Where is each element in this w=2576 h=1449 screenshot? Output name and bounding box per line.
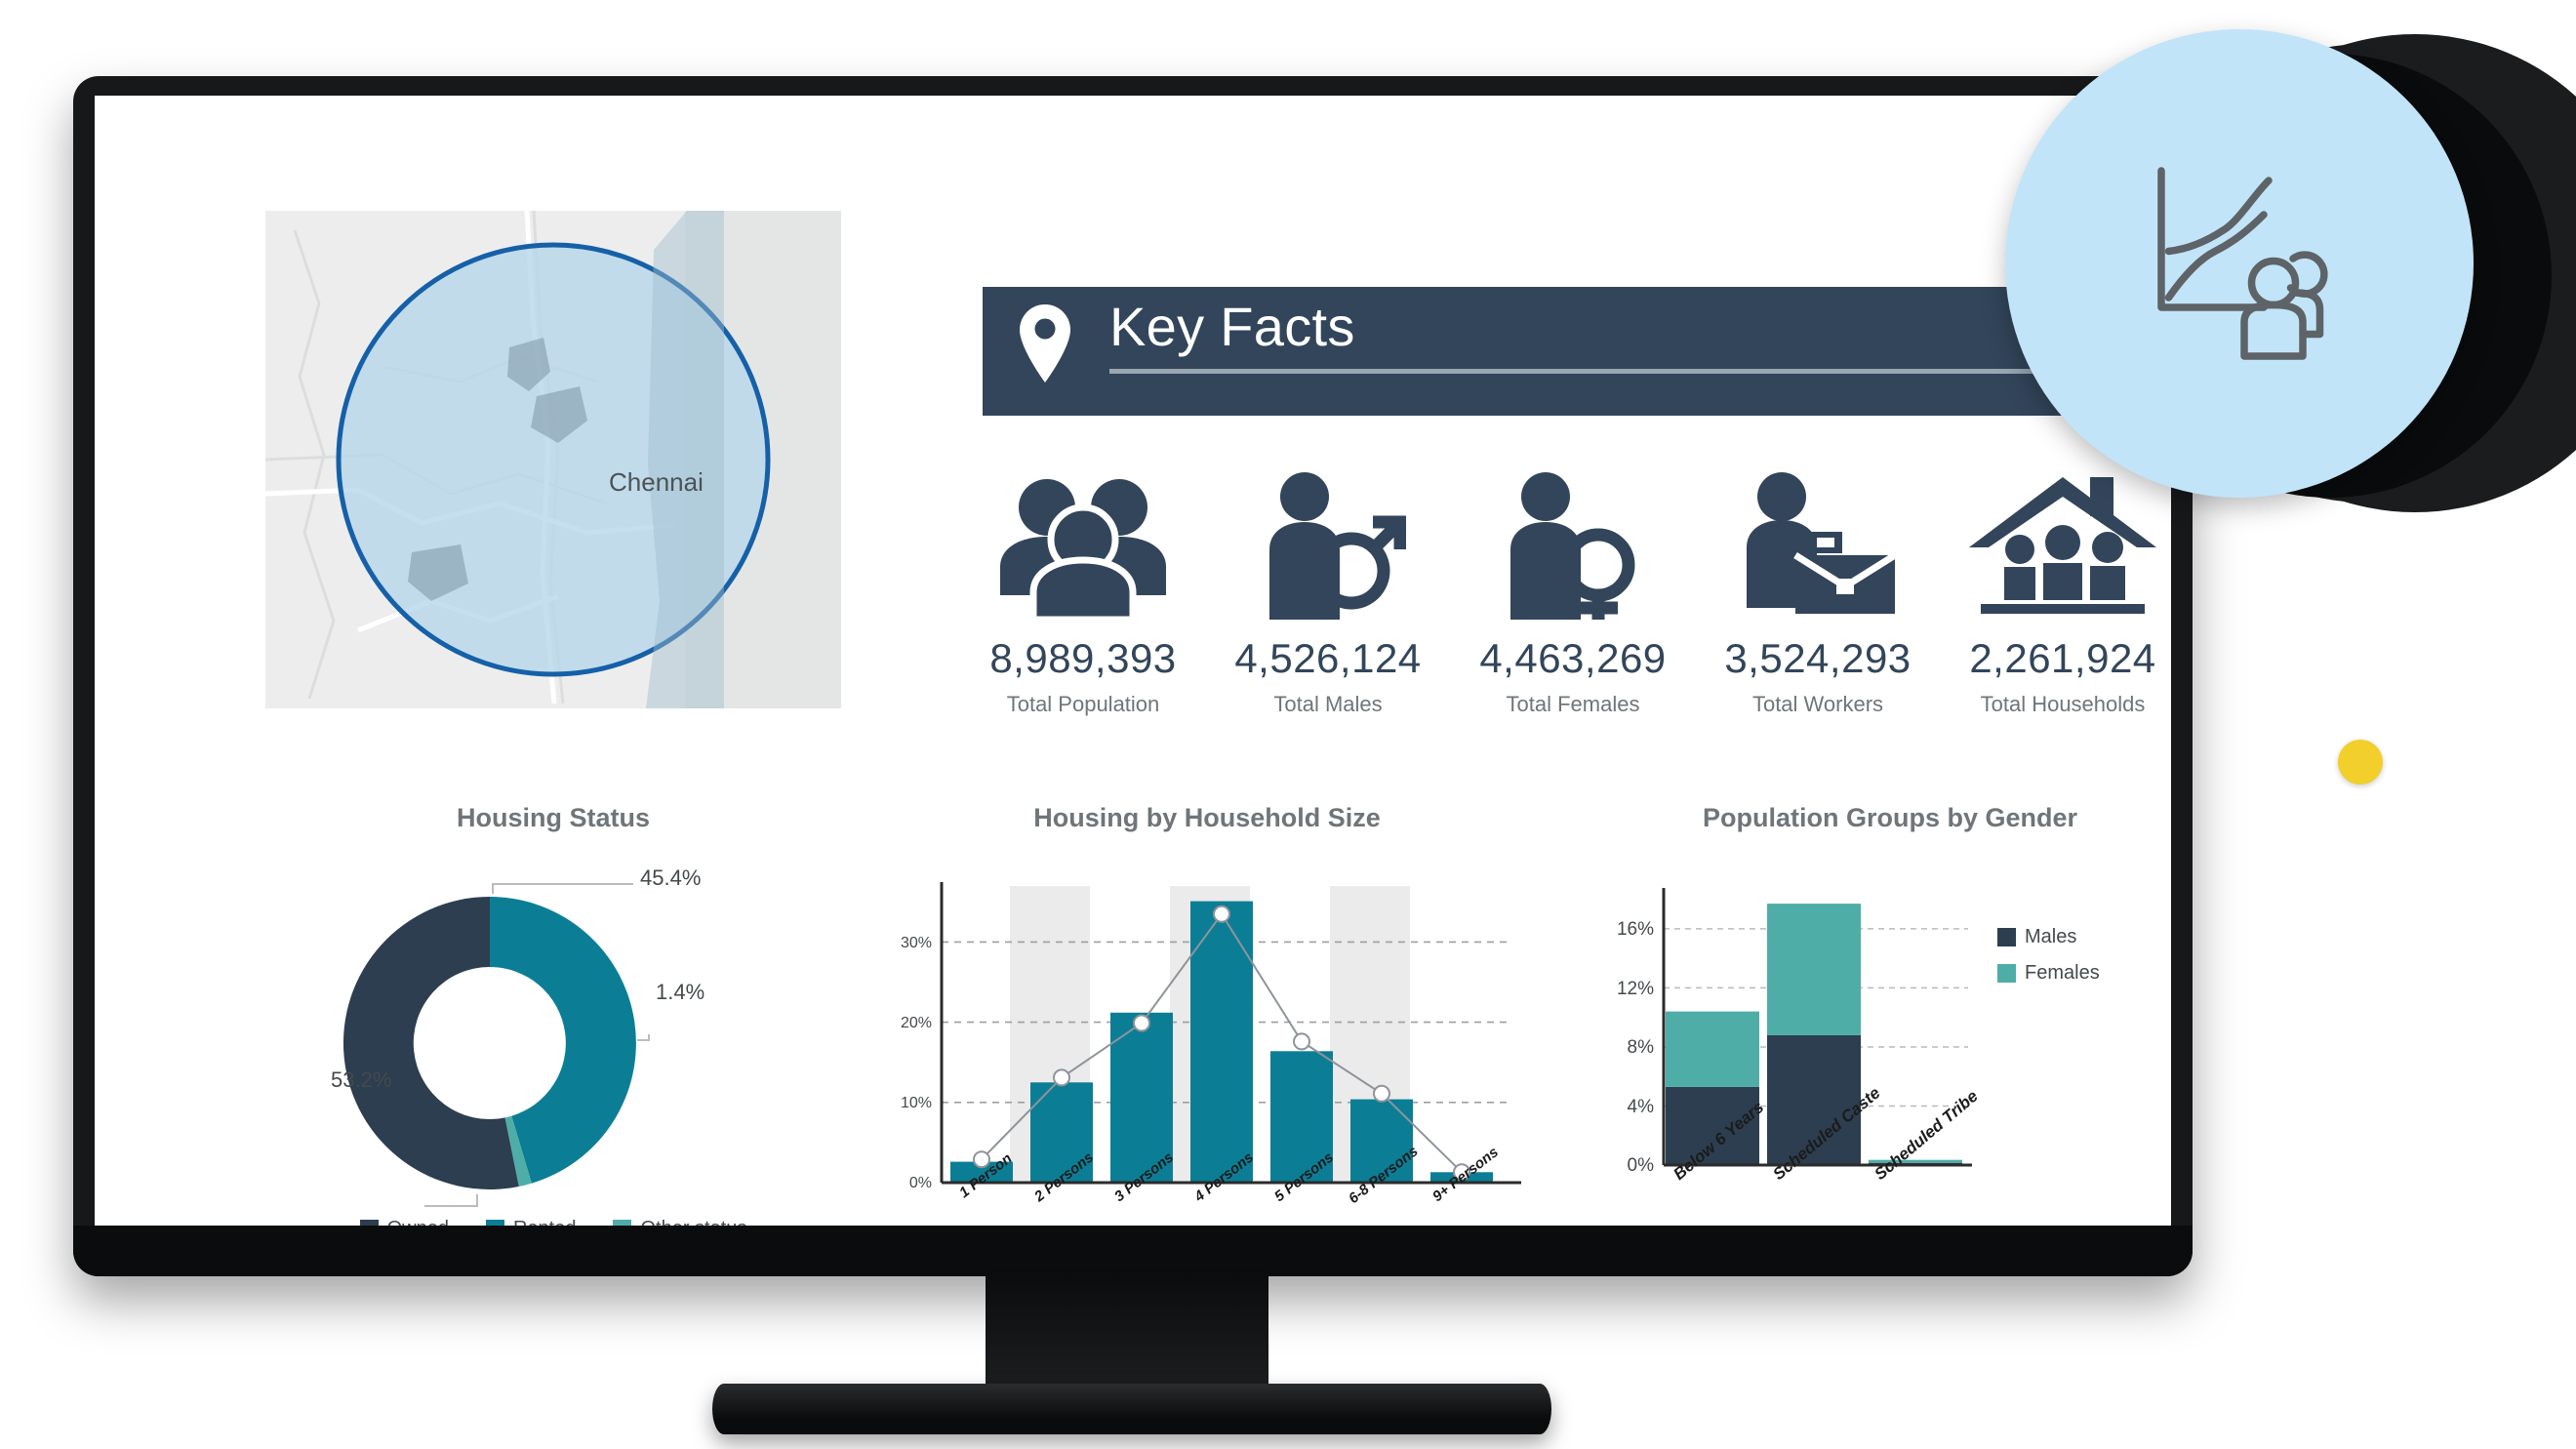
stat-total-females: 4,463,269 Total Females bbox=[1458, 459, 1688, 717]
svg-text:16%: 16% bbox=[1617, 919, 1654, 940]
demographics-badge bbox=[2005, 29, 2474, 498]
household-home-icon bbox=[1948, 459, 2171, 620]
legend-item-rented[interactable]: Rented bbox=[485, 1218, 577, 1226]
legend-swatch bbox=[485, 1220, 504, 1226]
stat-label: Total Population bbox=[1006, 692, 1160, 716]
page-title: Key Facts bbox=[1109, 296, 1355, 357]
key-facts-header: Key Facts bbox=[983, 287, 2171, 416]
svg-text:12%: 12% bbox=[1617, 979, 1654, 999]
population-groups-by-gender-chart: Population Groups by Gender 0% 4% 8% 12%… bbox=[1578, 803, 2171, 1226]
chart-title: Housing by Household Size bbox=[1033, 803, 1381, 832]
donut-plot: 45.4% 1.4% 53.2% bbox=[251, 833, 856, 1226]
stacked-bar-plot: 0% 4% 8% 12% 16% Below 6 Years Scheduled… bbox=[1578, 872, 2171, 1226]
legend-swatch bbox=[1997, 964, 2016, 983]
location-map[interactable]: Chennai bbox=[265, 211, 841, 708]
female-person-icon bbox=[1458, 459, 1688, 620]
housing-status-chart: Housing Status 45.4% 1.4% 53.2% bbox=[251, 803, 856, 1226]
monitor-frame: Chennai Key Facts 8,989,393 Total Popula… bbox=[73, 76, 2193, 1276]
title-underline bbox=[1109, 369, 2171, 374]
stat-label: Total Females bbox=[1506, 692, 1640, 716]
legend-label: Other status bbox=[640, 1218, 746, 1226]
legend-item-owned[interactable]: Owned bbox=[359, 1218, 449, 1226]
stat-label: Total Households bbox=[1980, 692, 2146, 716]
chart-title: Population Groups by Gender bbox=[1702, 803, 2078, 832]
stat-value: 4,463,269 bbox=[1479, 635, 1667, 681]
svg-text:0%: 0% bbox=[1628, 1155, 1655, 1176]
donut-legend: Owned Rented Other status bbox=[251, 1218, 856, 1226]
legend-swatch bbox=[359, 1220, 379, 1226]
legend-swatch bbox=[1997, 928, 2016, 946]
worker-briefcase-icon bbox=[1703, 459, 1933, 620]
stat-value: 2,261,924 bbox=[1969, 635, 2156, 681]
svg-text:8%: 8% bbox=[1628, 1037, 1655, 1058]
group-people-icon bbox=[968, 459, 1198, 620]
bar-plot: 0% 10% 20% 30% 1 Person 2 Persons 3 Pers… bbox=[865, 872, 1549, 1226]
population-legend: Males Females bbox=[1997, 926, 2100, 998]
stat-total-households: 2,261,924 Total Households bbox=[1948, 459, 2171, 717]
svg-text:20%: 20% bbox=[901, 1015, 932, 1031]
donut-value-owned: 53.2% bbox=[331, 1067, 392, 1092]
svg-text:4%: 4% bbox=[1628, 1097, 1655, 1117]
stat-value: 3,524,293 bbox=[1724, 635, 1912, 681]
svg-text:Scheduled Tribe: Scheduled Tribe bbox=[1871, 1087, 1981, 1184]
stat-value: 8,989,393 bbox=[989, 635, 1177, 681]
stat-label: Total Workers bbox=[1751, 692, 1884, 716]
legend-label: Rented bbox=[513, 1218, 577, 1226]
monitor-base bbox=[712, 1384, 1551, 1434]
stat-total-workers: 3,524,293 Total Workers bbox=[1703, 459, 1933, 717]
infographic-canvas: Chennai Key Facts 8,989,393 Total Popula… bbox=[95, 96, 2171, 1226]
monitor-neck bbox=[986, 1268, 1268, 1395]
screenshot-stage: Chennai Key Facts 8,989,393 Total Popula… bbox=[0, 0, 2576, 1449]
legend-item-males[interactable]: Males bbox=[1997, 926, 2100, 948]
stat-total-males: 4,526,124 Total Males bbox=[1213, 459, 1443, 717]
stat-value: 4,526,124 bbox=[1234, 635, 1422, 681]
map-pin-icon bbox=[1020, 304, 1070, 382]
legend-swatch bbox=[613, 1220, 632, 1226]
monitor-screen: Chennai Key Facts 8,989,393 Total Popula… bbox=[95, 96, 2171, 1226]
housing-by-household-size-chart: Housing by Household Size 0% 10% 20% 30%… bbox=[865, 803, 1549, 1226]
svg-text:10%: 10% bbox=[901, 1095, 932, 1111]
map-city-label: Chennai bbox=[609, 467, 704, 497]
donut-value-other: 1.4% bbox=[656, 980, 705, 1004]
stat-label: Total Males bbox=[1273, 692, 1383, 716]
legend-label: Owned bbox=[387, 1218, 449, 1226]
legend-label: Males bbox=[2025, 926, 2077, 947]
legend-label: Females bbox=[2025, 962, 2100, 984]
demographics-chart-people-icon bbox=[2157, 167, 2328, 360]
key-facts-stats: 8,989,393 Total Population 4,526,124 Tot… bbox=[968, 459, 2171, 751]
male-person-icon bbox=[1213, 459, 1443, 620]
donut-value-rented: 45.4% bbox=[640, 865, 702, 890]
map-graphic bbox=[265, 211, 841, 708]
legend-item-other-status[interactable]: Other status bbox=[613, 1218, 746, 1226]
legend-item-females[interactable]: Females bbox=[1997, 962, 2100, 985]
stat-total-population: 8,989,393 Total Population bbox=[968, 459, 1198, 717]
chart-title: Housing Status bbox=[456, 803, 650, 832]
svg-text:0%: 0% bbox=[909, 1175, 932, 1191]
svg-text:30%: 30% bbox=[901, 935, 932, 951]
accent-dot bbox=[2338, 740, 2383, 785]
